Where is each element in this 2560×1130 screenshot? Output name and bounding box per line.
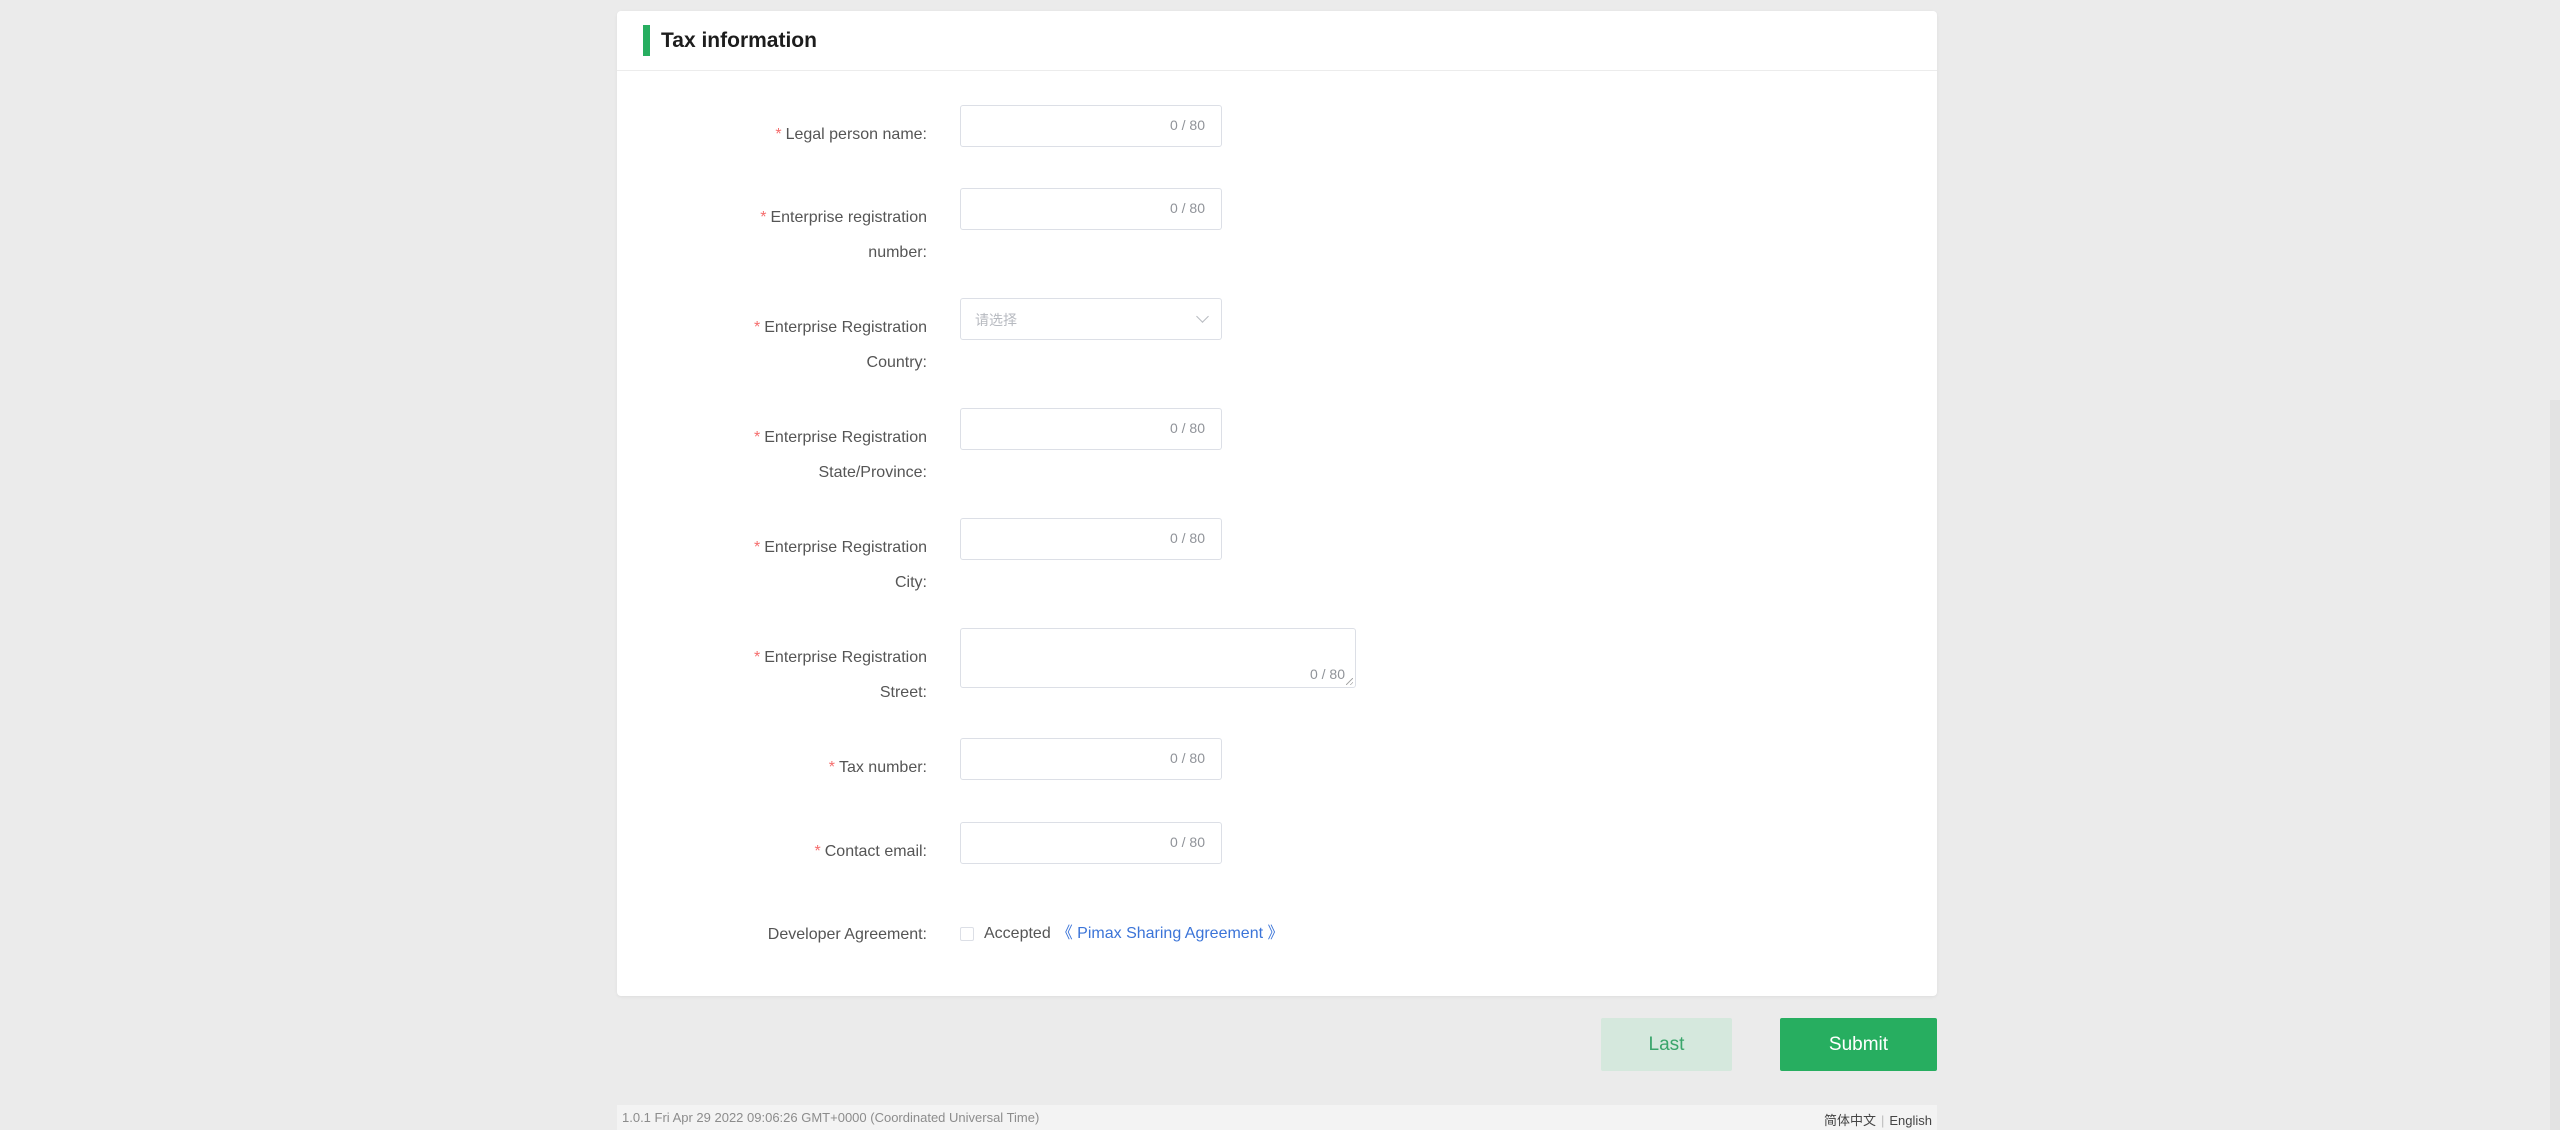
enterprise-registration-street-label: * Enterprise Registration Street: — [754, 649, 927, 701]
enterprise-registration-city-input[interactable]: 0 / 80 — [960, 518, 1222, 560]
char-counter: 0 / 80 — [1169, 117, 1205, 133]
char-counter: 0 / 80 — [1169, 750, 1205, 766]
tax-information-card: Tax information * Legal person name: 0 / … — [617, 11, 1937, 996]
chevron-down-icon — [1196, 310, 1209, 323]
submit-button[interactable]: Submit — [1780, 1018, 1937, 1071]
tax-number-input[interactable]: 0 / 80 — [960, 738, 1222, 780]
enterprise-registration-number-input[interactable]: 0 / 80 — [960, 188, 1222, 230]
lang-zh-link[interactable]: 简体中文 — [1824, 1113, 1876, 1128]
enterprise-registration-street-textarea[interactable]: 0 / 80 — [960, 628, 1356, 688]
version-info: 1.0.1 Fri Apr 29 2022 09:06:26 GMT+0000 … — [622, 1110, 1040, 1125]
char-counter: 0 / 80 — [1309, 666, 1345, 682]
enterprise-registration-city-label: * Enterprise Registration City: — [754, 539, 927, 591]
char-counter: 0 / 80 — [1169, 834, 1205, 850]
developer-agreement-control: Accepted 《 Pimax Sharing Agreement 》 — [960, 923, 1284, 945]
enterprise-registration-country-label: * Enterprise Registration Country: — [754, 319, 927, 371]
resize-handle[interactable] — [1346, 678, 1353, 685]
char-counter: 0 / 80 — [1169, 530, 1205, 546]
agreement-checkbox-label[interactable]: Accepted — [984, 923, 1051, 945]
legal-person-name-input[interactable]: 0 / 80 — [960, 105, 1222, 147]
enterprise-registration-state-label: * Enterprise Registration State/Province: — [754, 429, 927, 481]
pimax-sharing-agreement-link[interactable]: 《 Pimax Sharing Agreement 》 — [1057, 923, 1284, 945]
legal-person-name-label: * Legal person name: — [775, 126, 927, 143]
language-switcher: 简体中文 | English — [1824, 1110, 1932, 1129]
enterprise-registration-number-label: * Enterprise registration number: — [760, 209, 927, 261]
enterprise-registration-country-select[interactable]: 请选择 — [960, 298, 1222, 340]
tax-number-label: * Tax number: — [828, 759, 927, 776]
section-accent-bar — [643, 25, 650, 56]
last-button[interactable]: Last — [1601, 1018, 1732, 1071]
card-header: Tax information — [617, 11, 1937, 71]
lang-divider: | — [1880, 1113, 1885, 1128]
contact-email-label: * Contact email: — [814, 843, 928, 860]
page-scrollbar[interactable] — [2550, 400, 2560, 1130]
char-counter: 0 / 80 — [1169, 200, 1205, 216]
char-counter: 0 / 80 — [1169, 420, 1205, 436]
developer-agreement-label: Developer Agreement: — [767, 926, 927, 943]
lang-en-link[interactable]: English — [1889, 1113, 1932, 1128]
section-title: Tax information — [661, 29, 817, 52]
agreement-checkbox[interactable] — [960, 927, 974, 941]
enterprise-registration-state-input[interactable]: 0 / 80 — [960, 408, 1222, 450]
contact-email-input[interactable]: 0 / 80 — [960, 822, 1222, 864]
select-placeholder: 请选择 — [975, 312, 1017, 328]
footer: 1.0.1 Fri Apr 29 2022 09:06:26 GMT+0000 … — [617, 1105, 1937, 1130]
